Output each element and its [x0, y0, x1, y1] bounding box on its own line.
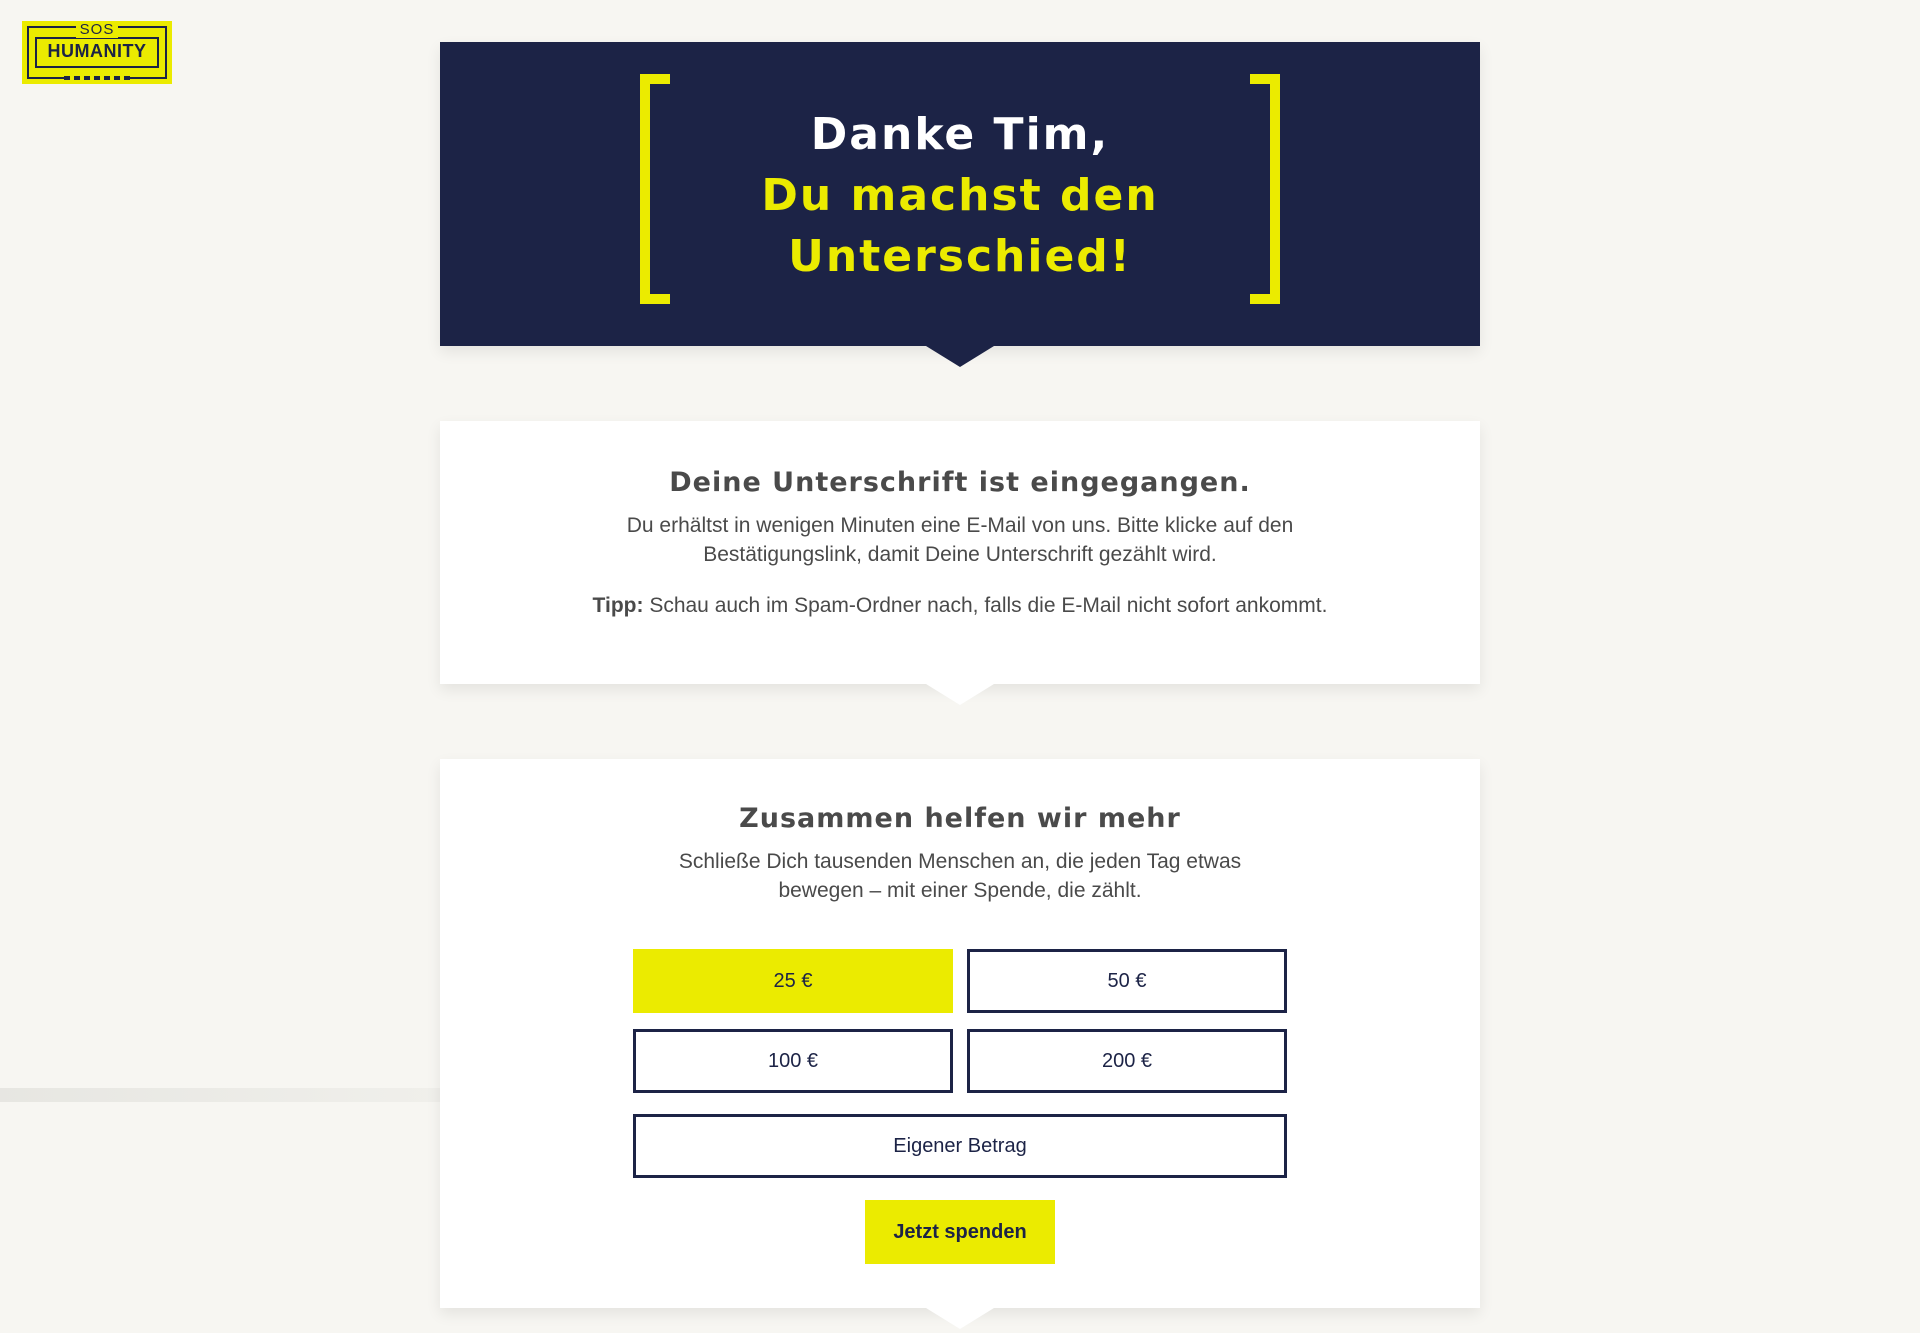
donation-pointer [926, 1308, 994, 1329]
donate-now-button[interactable]: Jetzt spenden [865, 1200, 1055, 1264]
amount-button-50[interactable]: 50 € [967, 949, 1287, 1013]
custom-amount-button[interactable]: Eigener Betrag [633, 1114, 1287, 1178]
donation-title: Zusammen helfen wir mehr [739, 803, 1181, 834]
logo-sos-text: SOS [22, 21, 172, 38]
confirmation-pointer [926, 684, 994, 705]
amount-button-25[interactable]: 25 € [633, 949, 953, 1013]
sos-humanity-logo[interactable]: SOS HUMANITY [22, 21, 172, 84]
logo-dash-decoration [64, 76, 130, 80]
confirmation-title: Deine Unterschrift ist eingegangen. [669, 467, 1251, 498]
tip-label: Tipp: [592, 594, 644, 617]
amount-button-100[interactable]: 100 € [633, 1029, 953, 1093]
thank-you-banner: Danke Tim, Du machst den Unterschied! [440, 42, 1480, 367]
amount-button-200[interactable]: 200 € [967, 1029, 1287, 1093]
hero-line-3: Unterschied! [788, 231, 1132, 282]
donation-body: Schließe Dich tausenden Menschen an, die… [678, 850, 1242, 902]
hero-line-2: Du machst den [761, 170, 1159, 221]
thank-you-headline: Danke Tim, Du machst den Unterschied! [440, 104, 1480, 287]
hero-line-greeting: Danke Tim, [810, 109, 1110, 160]
confirmation-card: Deine Unterschrift ist eingegangen. Du e… [440, 421, 1480, 705]
confirmation-tip: Tipp: Schau auch im Spam-Ordner nach, fa… [480, 591, 1440, 620]
banner-pointer [926, 346, 994, 367]
confirmation-body: Du erhältst in wenigen Minuten eine E-Ma… [626, 514, 1294, 566]
tip-text: Schau auch im Spam-Ordner nach, falls di… [643, 594, 1328, 617]
donation-card: Zusammen helfen wir mehr Schließe Dich t… [440, 759, 1480, 1329]
logo-humanity-text: HUMANITY [47, 41, 147, 61]
